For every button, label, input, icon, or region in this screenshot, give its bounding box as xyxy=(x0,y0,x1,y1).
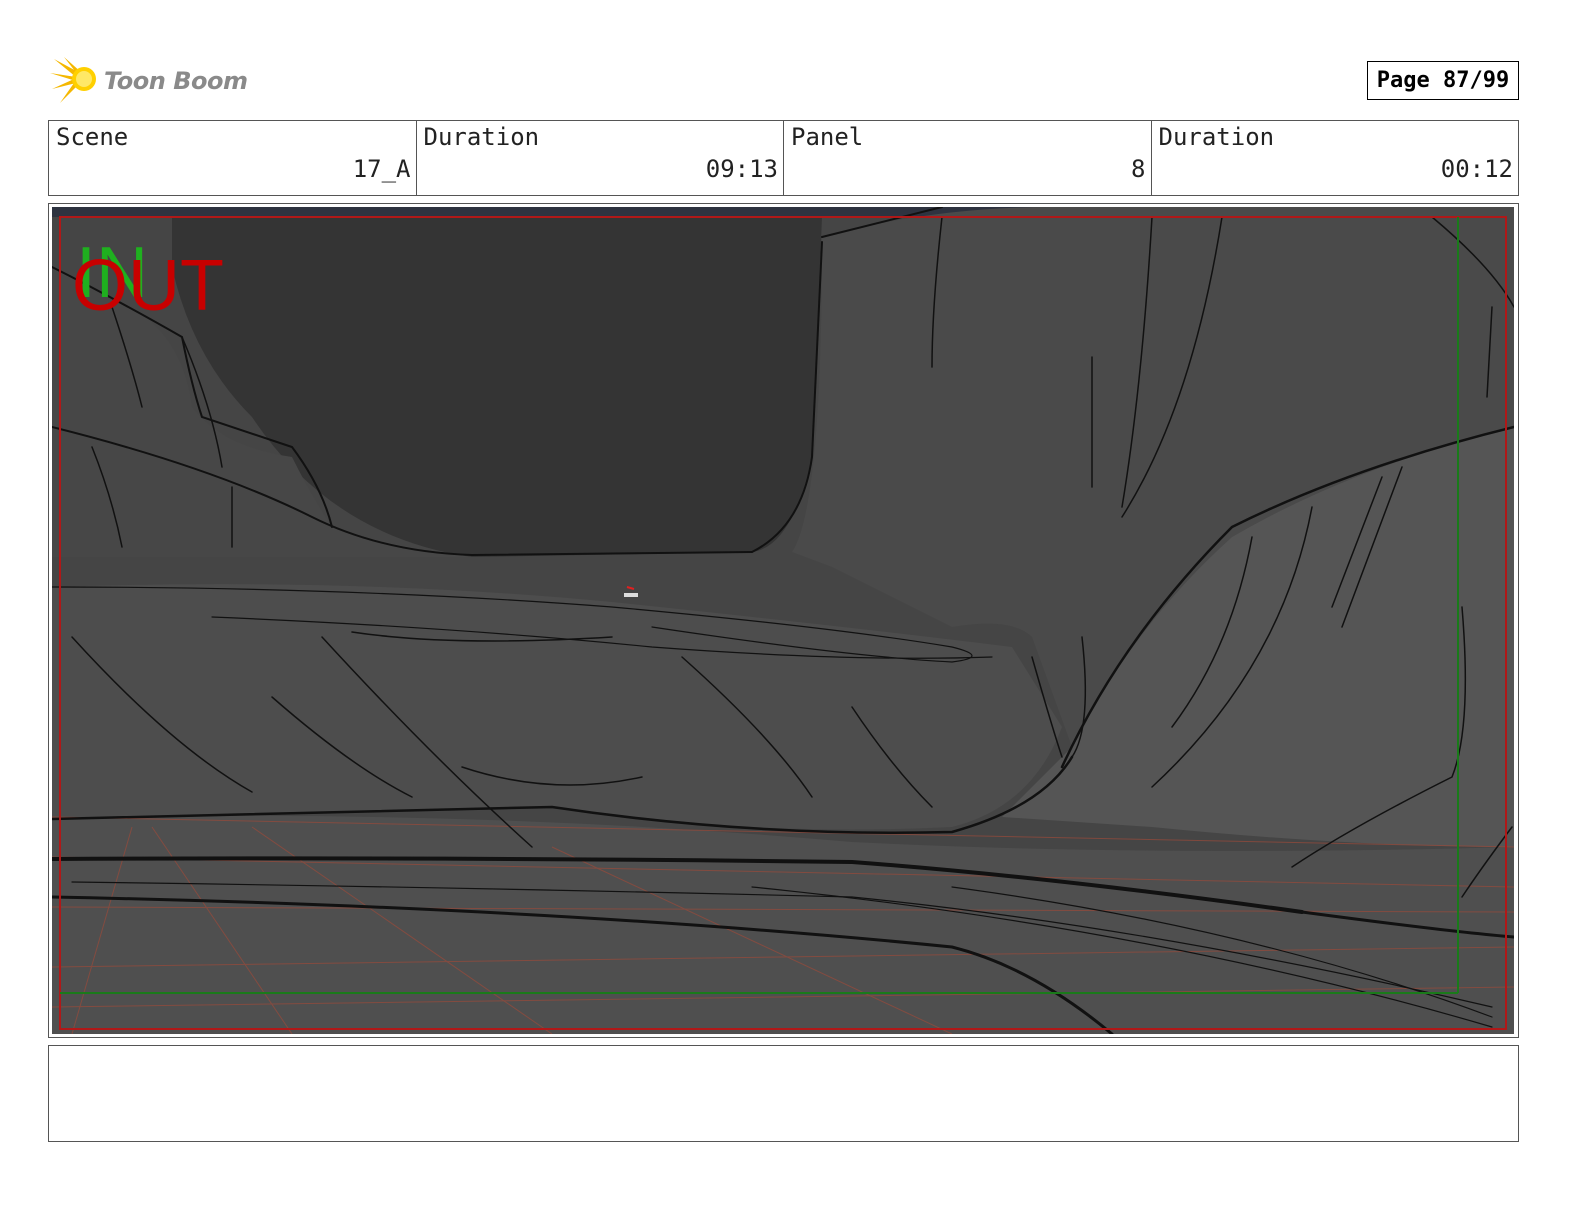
scene-label: Scene xyxy=(56,123,129,151)
panel-duration-value: 00:12 xyxy=(1440,155,1513,183)
scene-value: 17_A xyxy=(352,155,411,183)
scene-duration-value: 09:13 xyxy=(705,155,778,183)
panel-notes xyxy=(48,1045,1519,1142)
panel-info-table: Scene 17_A Duration 09:13 Panel 8 Durati… xyxy=(48,120,1519,196)
panel-label: Panel xyxy=(791,123,864,151)
page-number: Page 87/99 xyxy=(1367,61,1519,100)
panel-duration-cell: Duration 00:12 xyxy=(1152,121,1519,195)
logo-text: Toon Boom xyxy=(104,67,248,95)
toon-boom-logo: Toon Boom xyxy=(50,55,250,110)
out-marker: OUT xyxy=(72,246,224,326)
starburst-icon xyxy=(50,57,96,103)
storyboard-panel-image: IN OUT xyxy=(52,207,1514,1034)
panel-cell: Panel 8 xyxy=(784,121,1152,195)
panel-duration-label: Duration xyxy=(1158,123,1275,151)
scene-duration-cell: Duration 09:13 xyxy=(417,121,784,195)
scene-duration-label: Duration xyxy=(423,123,540,151)
panel-value: 8 xyxy=(1131,155,1146,183)
scene-cell: Scene 17_A xyxy=(49,121,417,195)
